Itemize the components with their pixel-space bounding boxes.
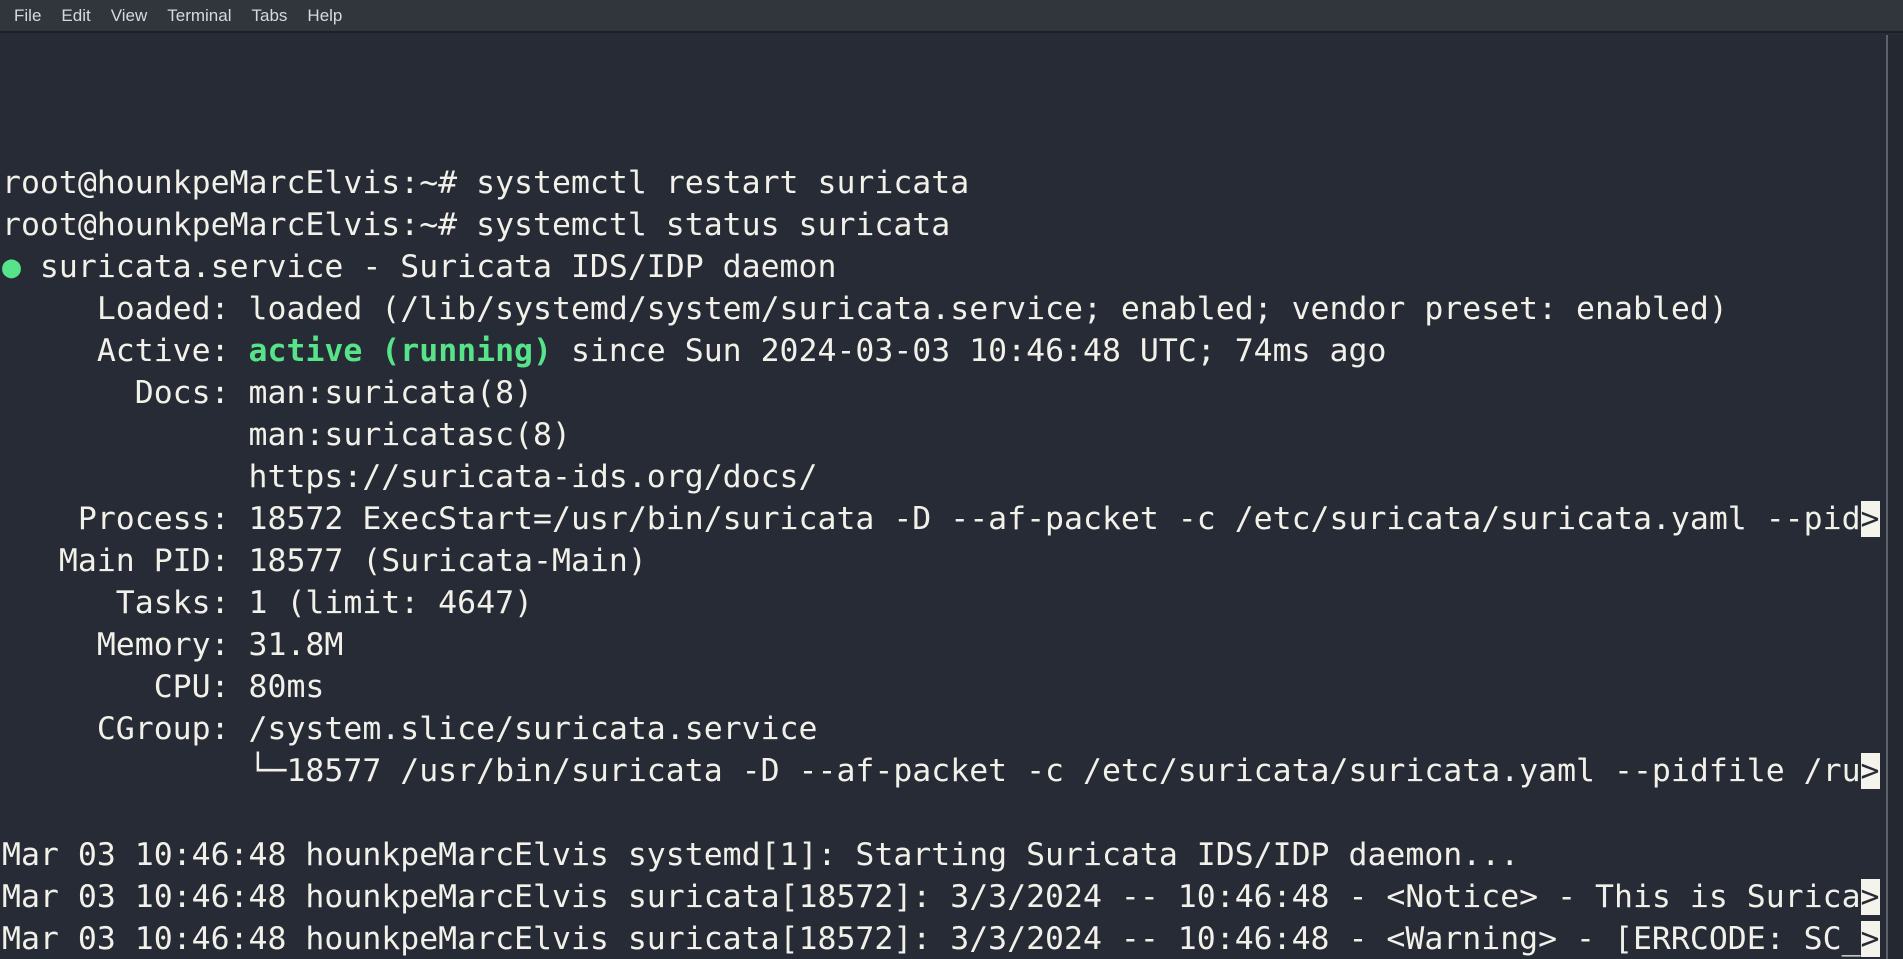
terminal-line: root@hounkpeMarcElvis:~# systemctl statu… bbox=[2, 204, 1884, 246]
terminal-text: active (running) bbox=[249, 333, 552, 369]
terminal-line: Tasks: 1 (limit: 4647) bbox=[2, 582, 1884, 624]
menu-item-help[interactable]: Help bbox=[297, 0, 352, 31]
terminal-line: Loaded: loaded (/lib/systemd/system/suri… bbox=[2, 288, 1884, 330]
truncation-marker: > bbox=[1861, 879, 1880, 915]
terminal-text: root@hounkpeMarcElvis:~# systemctl resta… bbox=[2, 165, 969, 201]
terminal-line bbox=[2, 792, 1884, 834]
terminal-text: CGroup: /system.slice/suricata.service bbox=[2, 711, 817, 747]
terminal-text: since Sun 2024-03-03 10:46:48 UTC; 74ms … bbox=[552, 333, 1386, 369]
menu-item-terminal[interactable]: Terminal bbox=[157, 0, 241, 31]
menu-item-file[interactable]: File bbox=[4, 0, 51, 31]
terminal-text: Mar 03 10:46:48 hounkpeMarcElvis suricat… bbox=[2, 921, 1861, 957]
terminal-line: Active: active (running) since Sun 2024-… bbox=[2, 330, 1884, 372]
terminal-line: ● suricata.service - Suricata IDS/IDP da… bbox=[2, 246, 1884, 288]
terminal-line: Mar 03 10:46:48 hounkpeMarcElvis suricat… bbox=[2, 876, 1884, 918]
terminal-line: Main PID: 18577 (Suricata-Main) bbox=[2, 540, 1884, 582]
terminal-text: Memory: 31.8M bbox=[2, 627, 343, 663]
terminal-line: man:suricatasc(8) bbox=[2, 414, 1884, 456]
truncation-marker: > bbox=[1861, 753, 1880, 789]
menu-item-view[interactable]: View bbox=[101, 0, 158, 31]
scrollbar[interactable] bbox=[1886, 35, 1903, 959]
terminal-text: Tasks: 1 (limit: 4647) bbox=[2, 585, 533, 621]
terminal-text: suricata.service - Suricata IDS/IDP daem… bbox=[21, 249, 836, 285]
terminal-text: Loaded: loaded (/lib/systemd/system/suri… bbox=[2, 291, 1728, 327]
terminal-line: CPU: 80ms bbox=[2, 666, 1884, 708]
terminal-text: CPU: 80ms bbox=[2, 669, 324, 705]
service-status-dot-icon: ● bbox=[2, 249, 21, 285]
terminal-line: Mar 03 10:46:48 hounkpeMarcElvis suricat… bbox=[2, 918, 1884, 959]
terminal[interactable]: root@hounkpeMarcElvis:~# systemctl resta… bbox=[0, 35, 1903, 959]
terminal-text: Main PID: 18577 (Suricata-Main) bbox=[2, 543, 647, 579]
menu-item-tabs[interactable]: Tabs bbox=[242, 0, 298, 31]
truncation-marker: > bbox=[1861, 921, 1880, 957]
terminal-text: Active: bbox=[2, 333, 249, 369]
terminal-text: Mar 03 10:46:48 hounkpeMarcElvis suricat… bbox=[2, 879, 1861, 915]
terminal-text: root@hounkpeMarcElvis:~# systemctl statu… bbox=[2, 207, 950, 243]
menu-bar: FileEditViewTerminalTabsHelp bbox=[0, 0, 1903, 33]
terminal-line: Mar 03 10:46:48 hounkpeMarcElvis systemd… bbox=[2, 834, 1884, 876]
terminal-line: root@hounkpeMarcElvis:~# systemctl resta… bbox=[2, 162, 1884, 204]
terminal-text: Mar 03 10:46:48 hounkpeMarcElvis systemd… bbox=[2, 837, 1519, 873]
terminal-text: https://suricata-ids.org/docs/ bbox=[2, 459, 817, 495]
terminal-line: https://suricata-ids.org/docs/ bbox=[2, 456, 1884, 498]
terminal-text: man:suricatasc(8) bbox=[2, 417, 571, 453]
terminal-text: Docs: man:suricata(8) bbox=[2, 375, 533, 411]
terminal-line: Docs: man:suricata(8) bbox=[2, 372, 1884, 414]
terminal-line: Memory: 31.8M bbox=[2, 624, 1884, 666]
terminal-screen[interactable]: root@hounkpeMarcElvis:~# systemctl resta… bbox=[2, 36, 1884, 959]
terminal-text: └─18577 /usr/bin/suricata -D --af-packet… bbox=[2, 753, 1861, 789]
terminal-line: Process: 18572 ExecStart=/usr/bin/surica… bbox=[2, 498, 1884, 540]
terminal-line: └─18577 /usr/bin/suricata -D --af-packet… bbox=[2, 750, 1884, 792]
truncation-marker: > bbox=[1861, 501, 1880, 537]
terminal-line: CGroup: /system.slice/suricata.service bbox=[2, 708, 1884, 750]
terminal-text: Process: 18572 ExecStart=/usr/bin/surica… bbox=[2, 501, 1861, 537]
menu-item-edit[interactable]: Edit bbox=[51, 0, 100, 31]
